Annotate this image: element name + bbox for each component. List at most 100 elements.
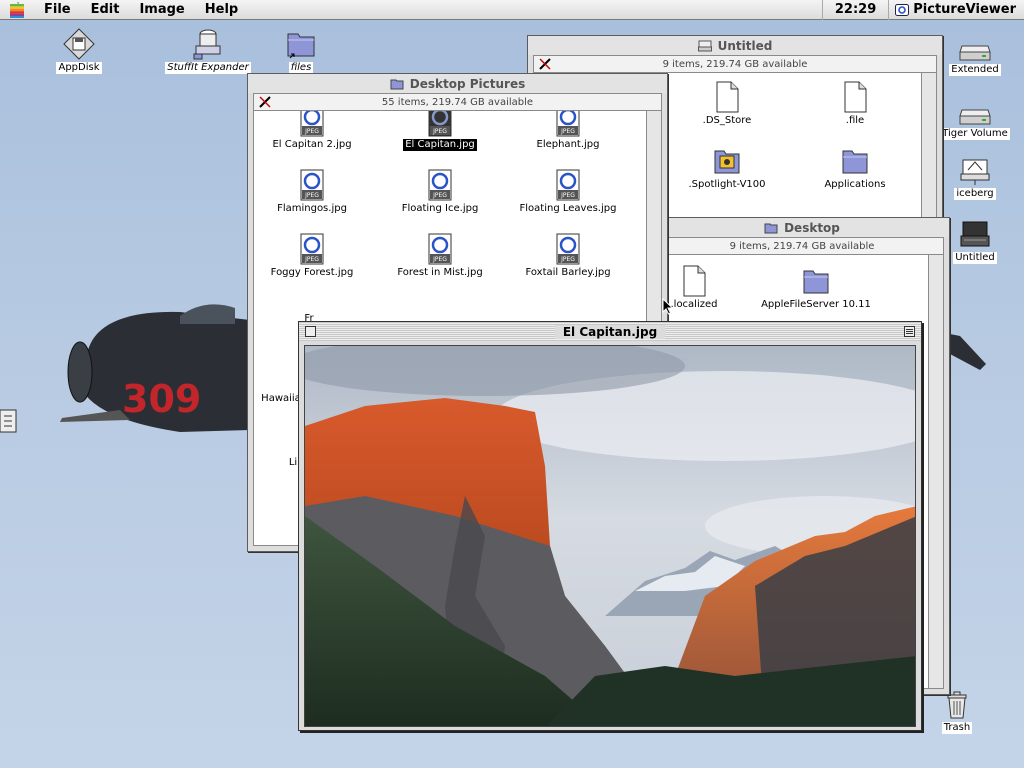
network-volume-icon <box>960 159 990 185</box>
window-title: Desktop Pictures <box>409 76 526 91</box>
menubar-clock[interactable]: 22:29 <box>821 0 888 20</box>
close-box-button[interactable] <box>305 326 316 337</box>
file-item[interactable]: JPEG El Capitan.jpg <box>375 111 505 151</box>
file-item-label: Foxtail Barley.jpg <box>525 267 611 278</box>
window-title-bar[interactable]: Desktop <box>655 218 949 237</box>
file-item-label: El Capitan.jpg <box>403 139 477 151</box>
jpeg-file-icon: JPEG <box>556 169 580 201</box>
file-item-label: .DS_Store <box>702 115 752 126</box>
jpeg-file-icon: JPEG <box>428 233 452 265</box>
window-info-text: 9 items, 219.74 GB available <box>662 58 808 70</box>
file-item[interactable]: JPEG Elephant.jpg <box>503 111 633 151</box>
jpeg-file-icon: JPEG <box>300 233 324 265</box>
desktop-icon-label: Tiger Volume <box>940 128 1010 140</box>
svg-text:JPEG: JPEG <box>432 256 447 263</box>
desktop-icon-iceberg[interactable]: iceberg <box>930 156 1020 200</box>
stuffit-expander-icon <box>193 29 221 60</box>
file-item[interactable]: JPEG Forest in Mist.jpg <box>375 233 505 279</box>
folder-alias-icon <box>287 33 315 59</box>
write-protect-icon <box>259 96 271 108</box>
file-item-label: El Capitan 2.jpg <box>272 139 352 150</box>
window-title: El Capitan.jpg <box>554 324 666 339</box>
file-item-label: Floating Ice.jpg <box>401 203 479 214</box>
document-icon <box>844 81 867 113</box>
file-item[interactable]: JPEG Foxtail Barley.jpg <box>503 233 633 279</box>
desktop-icon-label: Trash <box>941 722 973 734</box>
svg-text:JPEG: JPEG <box>304 128 319 135</box>
desktop-airplane-image: 309 <box>60 304 250 432</box>
picture-viewer-window[interactable]: El Capitan.jpg <box>298 321 922 731</box>
hard-drive-icon <box>959 109 991 125</box>
file-item[interactable]: AppleFileServer 10.11 <box>751 265 881 311</box>
desktop-icon-tiger-volume[interactable]: Tiger Volume <box>930 104 1020 140</box>
document-icon <box>683 265 706 297</box>
file-item-label: AppleFileServer 10.11 <box>761 299 871 310</box>
el-capitan-photo <box>304 345 916 727</box>
desktop-icon-trash[interactable]: Trash <box>912 690 1002 734</box>
application-menu[interactable]: PictureViewer <box>888 0 1024 20</box>
svg-text:JPEG: JPEG <box>560 128 575 135</box>
vertical-scrollbar[interactable] <box>928 255 943 688</box>
desktop-icon-label: Untitled <box>953 252 997 264</box>
disk-image-icon <box>63 28 95 60</box>
file-item-label: Elephant.jpg <box>536 139 600 150</box>
window-title: Untitled <box>717 38 773 53</box>
desktop-icon-label: iceberg <box>954 188 996 200</box>
window-info-text: 55 items, 219.74 GB available <box>381 96 534 108</box>
svg-text:JPEG: JPEG <box>560 256 575 263</box>
svg-text:JPEG: JPEG <box>304 256 319 263</box>
menu-file[interactable]: File <box>34 0 81 20</box>
volume-icon <box>697 40 712 51</box>
desktop-icon-label: StuffIt Expander <box>165 62 251 74</box>
hard-drive-icon <box>959 45 991 61</box>
write-protect-icon <box>539 58 551 70</box>
window-info-bar: 9 items, 219.74 GB available <box>660 237 944 254</box>
desktop-icon-stuffit[interactable]: StuffIt Expander <box>163 28 253 74</box>
window-title-bar[interactable]: Desktop Pictures <box>248 74 667 93</box>
svg-text:JPEG: JPEG <box>560 192 575 199</box>
menu-edit[interactable]: Edit <box>81 0 130 20</box>
window-info-text: 9 items, 219.74 GB available <box>729 240 875 252</box>
file-item[interactable]: .file <box>790 81 920 127</box>
pictureviewer-icon <box>895 3 910 16</box>
menu-help[interactable]: Help <box>195 0 248 20</box>
file-item-label: .localized <box>670 299 718 310</box>
folder-icon <box>842 150 868 174</box>
zoom-box-button[interactable] <box>904 326 915 337</box>
application-menu-label: PictureViewer <box>913 1 1016 17</box>
window-title-bar[interactable]: Untitled <box>528 36 942 55</box>
jpeg-file-icon: JPEG <box>556 233 580 265</box>
jpeg-file-icon: JPEG <box>428 169 452 201</box>
document-icon <box>716 81 739 113</box>
file-item-label: .Spotlight-V100 <box>688 179 766 190</box>
file-item-label: .file <box>845 115 865 126</box>
file-item-label: Foggy Forest.jpg <box>270 267 354 278</box>
menu-image[interactable]: Image <box>129 0 194 20</box>
file-item[interactable]: .localized <box>661 265 759 311</box>
menu-bar: File Edit Image Help 22:29 PictureViewer <box>0 0 1024 20</box>
window-title-bar[interactable]: El Capitan.jpg <box>299 322 921 341</box>
file-item[interactable]: JPEG Floating Ice.jpg <box>375 169 505 215</box>
file-item[interactable]: .DS_Store <box>662 81 792 127</box>
jpeg-file-icon: JPEG <box>556 111 580 137</box>
file-item[interactable]: .Spotlight-V100 <box>662 145 792 191</box>
file-item[interactable]: JPEG Flamingos.jpg <box>254 169 377 215</box>
spotlight-folder-icon <box>714 150 740 174</box>
file-item-label: Forest in Mist.jpg <box>397 267 483 278</box>
file-item[interactable]: JPEG Foggy Forest.jpg <box>254 233 377 279</box>
apple-menu-icon[interactable] <box>0 1 34 18</box>
file-item[interactable]: JPEG El Capitan 2.jpg <box>254 111 377 151</box>
file-item[interactable]: Applications <box>790 145 920 191</box>
svg-text:JPEG: JPEG <box>432 192 447 199</box>
jpeg-file-icon: JPEG <box>300 111 324 137</box>
desktop-icon-appdisk[interactable]: AppDisk <box>34 28 124 74</box>
file-item-label: Flamingos.jpg <box>277 203 347 214</box>
partial-disk-icon[interactable] <box>0 408 18 434</box>
svg-text:JPEG: JPEG <box>432 128 447 135</box>
svg-text:309: 309 <box>122 377 201 421</box>
file-item[interactable]: JPEG Floating Leaves.jpg <box>503 169 633 215</box>
svg-text:JPEG: JPEG <box>304 192 319 199</box>
window-info-bar: 9 items, 219.74 GB available <box>533 55 937 72</box>
desktop-icon-extended[interactable]: Extended <box>930 40 1020 76</box>
desktop-icon-files[interactable]: files <box>256 28 346 74</box>
